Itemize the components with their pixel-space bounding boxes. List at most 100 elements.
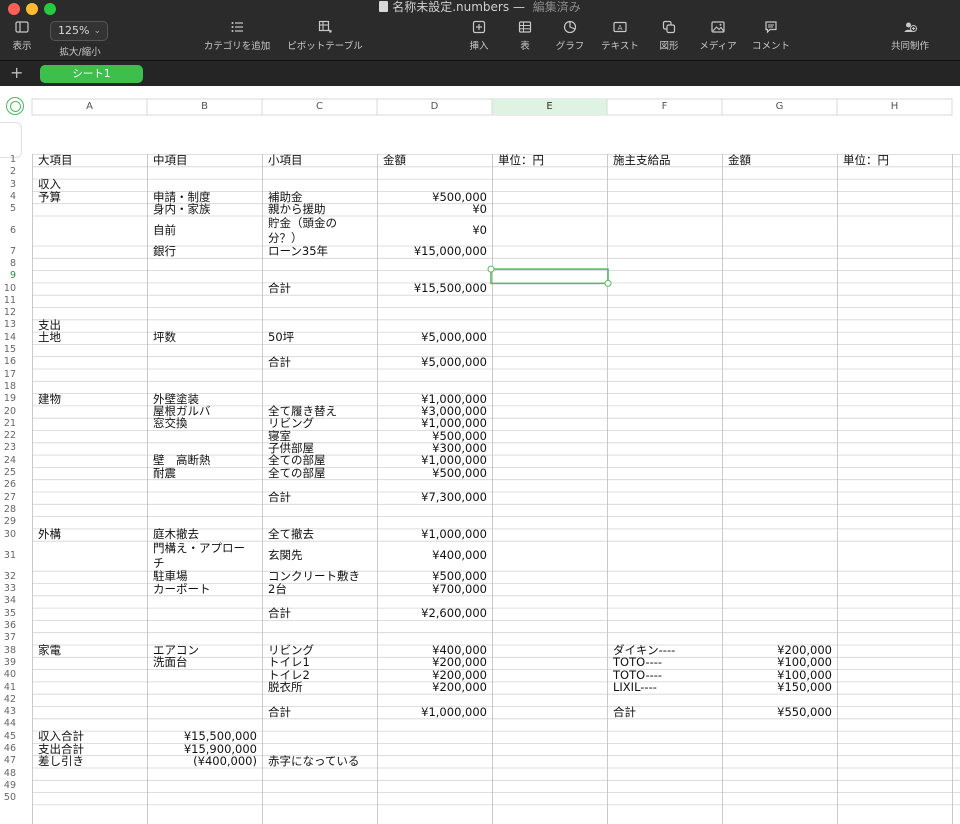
cell-b5[interactable]: 身内・家族 (147, 203, 262, 217)
cell-g43[interactable]: ¥550,000 (722, 706, 837, 720)
cell-f43[interactable]: 合計 (607, 706, 722, 720)
cell-b39[interactable]: 洗面台 (147, 656, 262, 670)
row-number[interactable]: 28 (0, 504, 16, 516)
cell-d14[interactable]: ¥5,000,000 (377, 331, 492, 345)
row-number[interactable]: 46 (0, 743, 16, 755)
cell-d5[interactable]: ¥0 (377, 203, 492, 217)
row-number[interactable]: 8 (0, 258, 16, 270)
row-number[interactable]: 14 (0, 332, 16, 344)
row-number[interactable]: 43 (0, 706, 16, 718)
row-number[interactable]: 26 (0, 479, 16, 491)
cell-b33[interactable]: カーポート (147, 583, 262, 597)
cell-d33[interactable]: ¥700,000 (377, 583, 492, 597)
cell-h1[interactable]: 単位：円 (837, 154, 952, 168)
row-number[interactable]: 2 (0, 166, 16, 178)
cell-a1[interactable]: 大項目 (32, 154, 147, 168)
row-number[interactable]: 38 (0, 645, 16, 657)
cell-c27[interactable]: 合計 (262, 491, 377, 505)
row-number[interactable]: 3 (0, 179, 16, 191)
cell-f41[interactable]: LIXIL---- (607, 681, 722, 695)
column-header-b[interactable]: B (147, 99, 262, 115)
cell-d25[interactable]: ¥500,000 (377, 467, 492, 481)
row-number[interactable]: 34 (0, 595, 16, 607)
cell-b31[interactable]: 門構え・アプロー (147, 542, 262, 556)
cell-b25[interactable]: 耐震 (147, 467, 262, 481)
row-number[interactable]: 12 (0, 307, 16, 319)
cell-c43[interactable]: 合計 (262, 706, 377, 720)
cell-d1[interactable]: 金額 (377, 154, 492, 168)
row-number[interactable]: 1 (0, 154, 16, 166)
cell-d16[interactable]: ¥5,000,000 (377, 356, 492, 370)
column-header-a[interactable]: A (32, 99, 147, 115)
cell-c1[interactable]: 小項目 (262, 154, 377, 168)
row-number[interactable]: 7 (0, 246, 16, 258)
row-number[interactable]: 44 (0, 718, 16, 730)
cell-d7[interactable]: ¥15,000,000 (377, 245, 492, 259)
cell-d10[interactable]: ¥15,500,000 (377, 282, 492, 296)
cell-d35[interactable]: ¥2,600,000 (377, 607, 492, 621)
cell-c6[interactable]: 貯金（頭金の (262, 217, 377, 231)
row-number[interactable]: 25 (0, 467, 16, 479)
row-number[interactable]: 27 (0, 492, 16, 504)
row-number[interactable]: 15 (0, 344, 16, 356)
cell-a14[interactable]: 土地 (32, 331, 147, 345)
cell-d30[interactable]: ¥1,000,000 (377, 528, 492, 542)
row-number[interactable]: 6 (0, 225, 16, 237)
cell-c16[interactable]: 合計 (262, 356, 377, 370)
row-number[interactable]: 45 (0, 731, 16, 743)
cell-c25[interactable]: 全ての部屋 (262, 467, 377, 481)
cell-c47[interactable]: 赤字になっている (262, 755, 377, 769)
cell-b14[interactable]: 坪数 (147, 331, 262, 345)
row-number[interactable]: 29 (0, 516, 16, 528)
cell-b47[interactable]: (¥400,000) (147, 755, 262, 769)
cell-g1[interactable]: 金額 (722, 154, 837, 168)
row-number[interactable]: 10 (0, 283, 16, 295)
cell-f1[interactable]: 施主支給品 (607, 154, 722, 168)
row-number[interactable]: 22 (0, 430, 16, 442)
row-number[interactable]: 17 (0, 369, 16, 381)
column-header-e[interactable]: E (492, 99, 607, 115)
row-number[interactable]: 4 (0, 191, 16, 203)
cell-a38[interactable]: 家電 (32, 644, 147, 658)
row-number[interactable]: 50 (0, 792, 16, 804)
row-number[interactable]: 37 (0, 632, 16, 644)
cell-a47[interactable]: 差し引き (32, 755, 147, 769)
row-number[interactable]: 35 (0, 608, 16, 620)
row-number[interactable]: 40 (0, 669, 16, 681)
cell-c6[interactable]: 分？） (262, 232, 377, 246)
cell-b1[interactable]: 中項目 (147, 154, 262, 168)
cell-c31[interactable]: 玄関先 (262, 549, 377, 563)
row-number[interactable]: 13 (0, 319, 16, 331)
cell-d27[interactable]: ¥7,300,000 (377, 491, 492, 505)
cell-c7[interactable]: ローン35年 (262, 245, 377, 259)
row-number[interactable]: 31 (0, 550, 16, 562)
cell-g41[interactable]: ¥150,000 (722, 681, 837, 695)
row-number[interactable]: 36 (0, 620, 16, 632)
column-header-c[interactable]: C (262, 99, 377, 115)
row-number[interactable]: 42 (0, 694, 16, 706)
column-header-g[interactable]: G (722, 99, 837, 115)
row-number[interactable]: 30 (0, 529, 16, 541)
cell-c5[interactable]: 親から援助 (262, 203, 377, 217)
cell-d31[interactable]: ¥400,000 (377, 549, 492, 563)
cell-d43[interactable]: ¥1,000,000 (377, 706, 492, 720)
column-header-d[interactable]: D (377, 99, 492, 115)
cell-e1[interactable]: 単位：円 (492, 154, 607, 168)
row-number[interactable]: 20 (0, 406, 16, 418)
row-number[interactable]: 16 (0, 356, 16, 368)
cell-c41[interactable]: 脱衣所 (262, 681, 377, 695)
cell-b7[interactable]: 銀行 (147, 245, 262, 259)
row-number[interactable]: 49 (0, 780, 16, 792)
cell-d6[interactable]: ¥0 (377, 224, 492, 238)
cell-c14[interactable]: 50坪 (262, 331, 377, 345)
cell-b21[interactable]: 窓交換 (147, 417, 262, 431)
cell-a4[interactable]: 予算 (32, 191, 147, 205)
row-number[interactable]: 41 (0, 682, 16, 694)
row-number[interactable]: 24 (0, 455, 16, 467)
row-number[interactable]: 5 (0, 203, 16, 215)
cell-c30[interactable]: 全て撤去 (262, 528, 377, 542)
row-number[interactable]: 18 (0, 381, 16, 393)
column-header-f[interactable]: F (607, 99, 722, 115)
row-number[interactable]: 33 (0, 583, 16, 595)
cell-a19[interactable]: 建物 (32, 393, 147, 407)
